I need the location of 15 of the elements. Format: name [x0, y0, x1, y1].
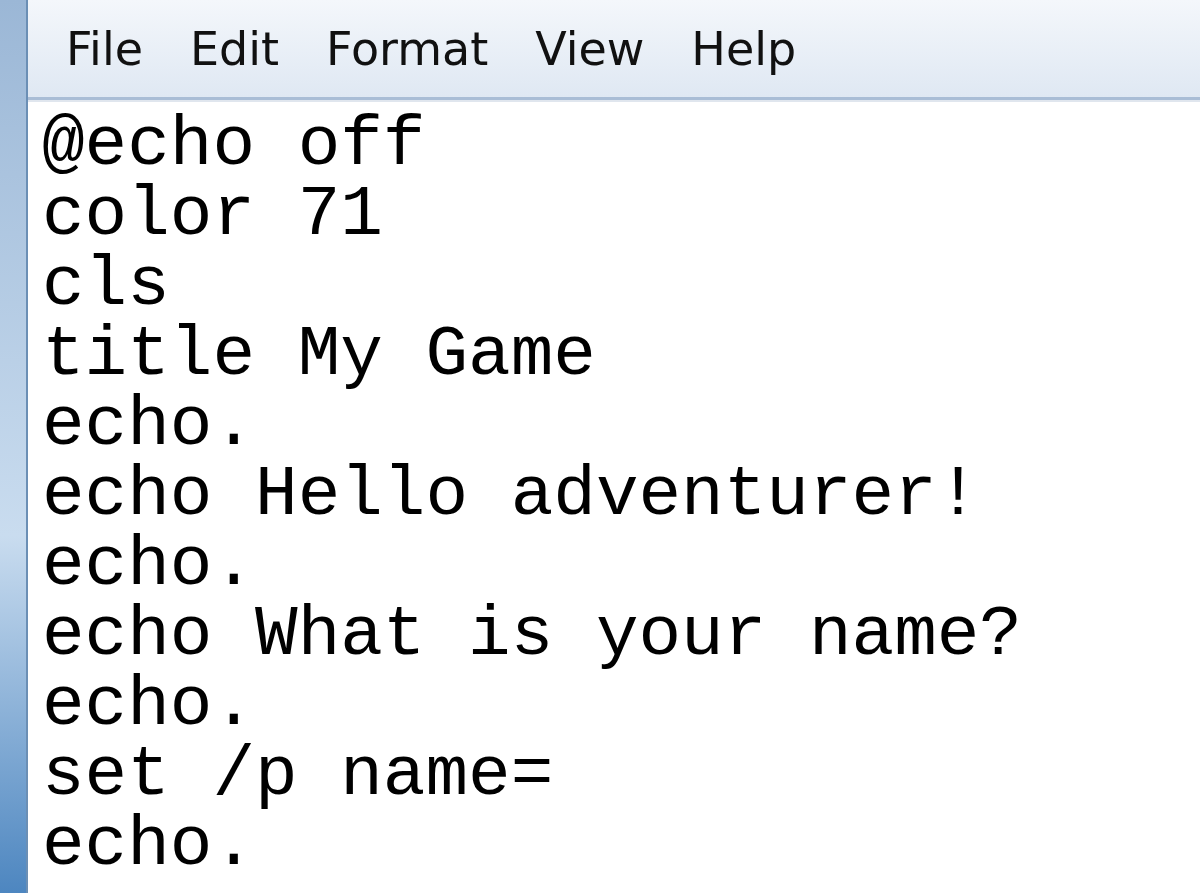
- menu-item[interactable]: View: [525, 25, 682, 72]
- code-line: echo Hello adventurer!: [42, 460, 980, 530]
- code-line: echo.: [42, 670, 256, 740]
- menu-item[interactable]: Format: [316, 25, 526, 72]
- code-line: echo.: [42, 530, 256, 600]
- code-line: echo What is your name?: [42, 600, 1022, 670]
- code-line: echo.: [42, 810, 256, 880]
- menu-item[interactable]: Edit: [180, 25, 317, 72]
- code-line: title My Game: [42, 320, 596, 390]
- code-line: set /p name=: [42, 740, 554, 810]
- menu-item[interactable]: File: [56, 25, 180, 72]
- code-line: color 71: [42, 180, 383, 250]
- code-line: @echo off: [42, 110, 426, 180]
- code-line: cls: [42, 250, 170, 320]
- code-line: echo.: [42, 390, 256, 460]
